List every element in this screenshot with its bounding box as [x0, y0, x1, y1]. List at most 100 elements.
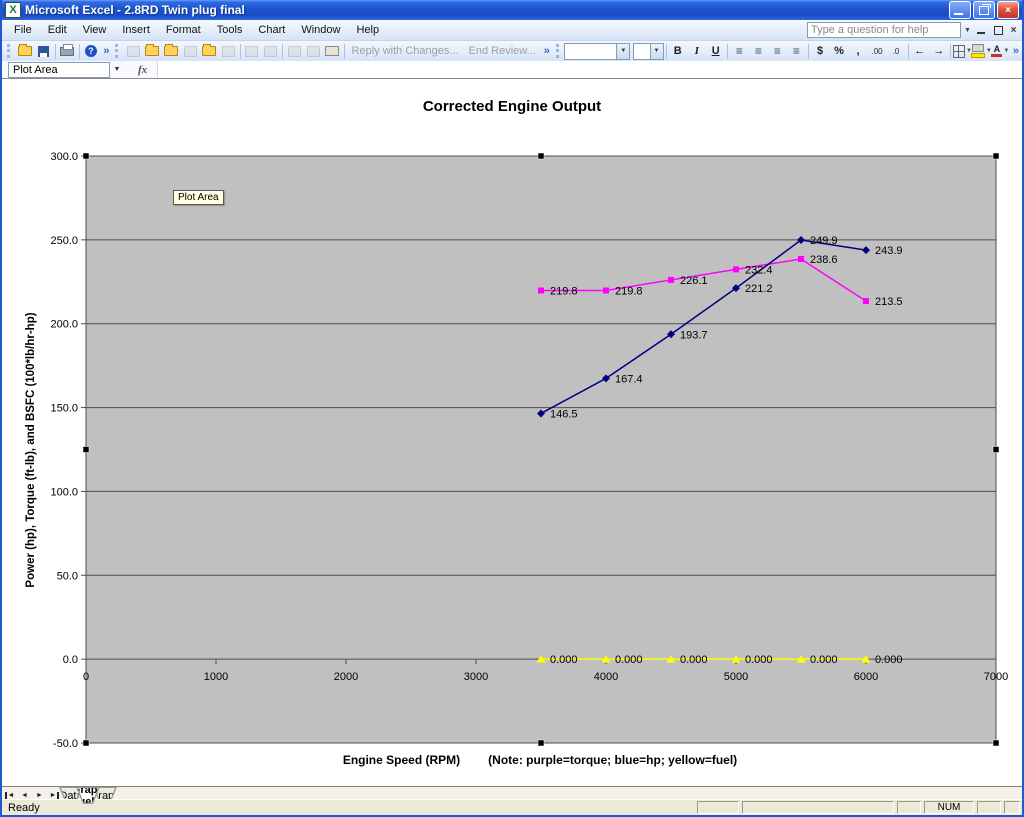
- open-button[interactable]: [15, 42, 34, 60]
- font-size-combo-dropdown-icon[interactable]: ▼: [650, 44, 663, 59]
- menu-item-tools[interactable]: Tools: [209, 22, 251, 38]
- plot-background[interactable]: [86, 156, 996, 743]
- name-box-dropdown-icon[interactable]: ▼: [110, 62, 124, 78]
- edit-button[interactable]: [181, 42, 200, 60]
- svg-text:0.000: 0.000: [875, 654, 903, 666]
- undo-button[interactable]: [242, 42, 261, 60]
- svg-text:300.0: 300.0: [50, 151, 78, 163]
- menu-bar: File Edit View Insert Format Tools Chart…: [2, 20, 1022, 41]
- attach-button[interactable]: [304, 42, 323, 60]
- workbook-restore-button[interactable]: [990, 23, 1005, 37]
- help-icon: ?: [85, 45, 97, 57]
- svg-text:150.0: 150.0: [50, 403, 78, 415]
- menu-item-edit[interactable]: Edit: [40, 22, 75, 38]
- formula-input[interactable]: [157, 61, 1022, 78]
- align-left-button[interactable]: ≡: [730, 42, 749, 60]
- currency-button[interactable]: $: [811, 42, 830, 60]
- restore-icon: [979, 6, 989, 15]
- send-button[interactable]: [200, 42, 219, 60]
- fill-color-icon: [971, 44, 985, 58]
- reply-with-changes-button[interactable]: Reply with Changes...: [347, 45, 464, 57]
- end-review-button[interactable]: End Review...: [464, 45, 541, 57]
- align-center-button[interactable]: ≡: [749, 42, 768, 60]
- x-axis-title-note: (Note: purple=torque; blue=hp; yellow=fu…: [488, 753, 737, 767]
- svg-text:4000: 4000: [594, 671, 618, 683]
- increase-decimal-button[interactable]: .00: [868, 42, 887, 60]
- svg-text:50.0: 50.0: [57, 570, 78, 582]
- toolbar-overflow-button[interactable]: »: [1010, 45, 1022, 57]
- menu-item-view[interactable]: View: [75, 22, 115, 38]
- toolbar-separator: [727, 44, 728, 59]
- font-color-dropdown-icon[interactable]: ▼: [1003, 48, 1009, 54]
- redo-icon: [264, 46, 277, 57]
- bold-button[interactable]: B: [668, 42, 687, 60]
- decrease-decimal-button[interactable]: .0: [887, 42, 906, 60]
- menu-item-window[interactable]: Window: [293, 22, 348, 38]
- folder-arrow-icon: [164, 46, 178, 56]
- open-envelope-icon: [202, 46, 216, 56]
- excel-logo-icon: X: [5, 2, 21, 18]
- decrease-indent-button[interactable]: ←: [910, 42, 929, 60]
- help-search-input[interactable]: Type a question for help: [807, 22, 961, 38]
- new-button[interactable]: [124, 42, 143, 60]
- help-dropdown-icon[interactable]: ▼: [961, 22, 974, 38]
- attach-icon: [307, 46, 320, 57]
- comma-button[interactable]: ,: [849, 42, 868, 60]
- borders-button[interactable]: ▼: [953, 42, 972, 60]
- font-color-icon: A: [991, 45, 1002, 57]
- toolbar-grip[interactable]: [115, 44, 120, 58]
- window-title: Microsoft Excel - 2.8RD Twin plug final: [25, 3, 245, 17]
- svg-text:250.0: 250.0: [50, 235, 78, 247]
- name-box[interactable]: Plot Area: [8, 62, 110, 78]
- fill-color-button[interactable]: ▼: [972, 42, 991, 60]
- folder-up-icon: [145, 46, 159, 56]
- font-size-combo[interactable]: ▼: [633, 43, 663, 60]
- menu-item-file[interactable]: File: [6, 22, 40, 38]
- menu-item-chart[interactable]: Chart: [250, 22, 293, 38]
- menu-item-insert[interactable]: Insert: [114, 22, 158, 38]
- workbook-minimize-button[interactable]: [974, 23, 989, 37]
- italic-button[interactable]: I: [687, 42, 706, 60]
- svg-text:2000: 2000: [334, 671, 358, 683]
- restore-button[interactable]: [973, 1, 995, 19]
- svg-text:0.0: 0.0: [63, 654, 78, 666]
- toolbar-overflow-button[interactable]: »: [541, 45, 553, 57]
- toolbar-separator: [79, 44, 80, 59]
- toolbar-grip[interactable]: [7, 44, 12, 58]
- save-button[interactable]: [34, 42, 53, 60]
- font-combo-dropdown-icon[interactable]: ▼: [616, 44, 629, 59]
- last-sheet-icon: ►: [50, 792, 60, 799]
- help-button[interactable]: ?: [81, 42, 100, 60]
- spelling-button[interactable]: [285, 42, 304, 60]
- svg-text:219.8: 219.8: [550, 286, 578, 298]
- status-panel: [977, 801, 1001, 814]
- toolbar-grip[interactable]: [556, 44, 561, 58]
- workbook-close-button[interactable]: ×: [1006, 23, 1021, 37]
- status-panel: [697, 801, 739, 814]
- merge-center-button[interactable]: ≡: [787, 42, 806, 60]
- font-combo[interactable]: ▼: [564, 43, 630, 60]
- minimize-button[interactable]: [949, 1, 971, 19]
- svg-text:0.000: 0.000: [550, 654, 578, 666]
- increase-indent-button[interactable]: →: [929, 42, 948, 60]
- mail-button[interactable]: [323, 42, 342, 60]
- chart-plot-area[interactable]: -50.00.050.0100.0150.0200.0250.0300.0010…: [2, 79, 1024, 786]
- close-button[interactable]: ×: [997, 1, 1019, 19]
- align-right-button[interactable]: ≡: [768, 42, 787, 60]
- toolbar-overflow-button[interactable]: »: [100, 45, 112, 57]
- insert-function-button[interactable]: fx: [138, 64, 147, 76]
- publish-button[interactable]: [143, 42, 162, 60]
- toolbar-separator: [240, 44, 241, 59]
- svg-text:6000: 6000: [854, 671, 878, 683]
- menu-item-help[interactable]: Help: [348, 22, 387, 38]
- excel-window: X Microsoft Excel - 2.8RD Twin plug fina…: [0, 0, 1024, 817]
- font-color-button[interactable]: A▼: [991, 42, 1010, 60]
- clear-button[interactable]: [219, 42, 238, 60]
- print-button[interactable]: [58, 42, 77, 60]
- svg-text:232.4: 232.4: [745, 264, 773, 276]
- menu-item-format[interactable]: Format: [158, 22, 209, 38]
- underline-button[interactable]: U: [706, 42, 725, 60]
- redo-button[interactable]: [261, 42, 280, 60]
- percent-button[interactable]: %: [830, 42, 849, 60]
- import-button[interactable]: [162, 42, 181, 60]
